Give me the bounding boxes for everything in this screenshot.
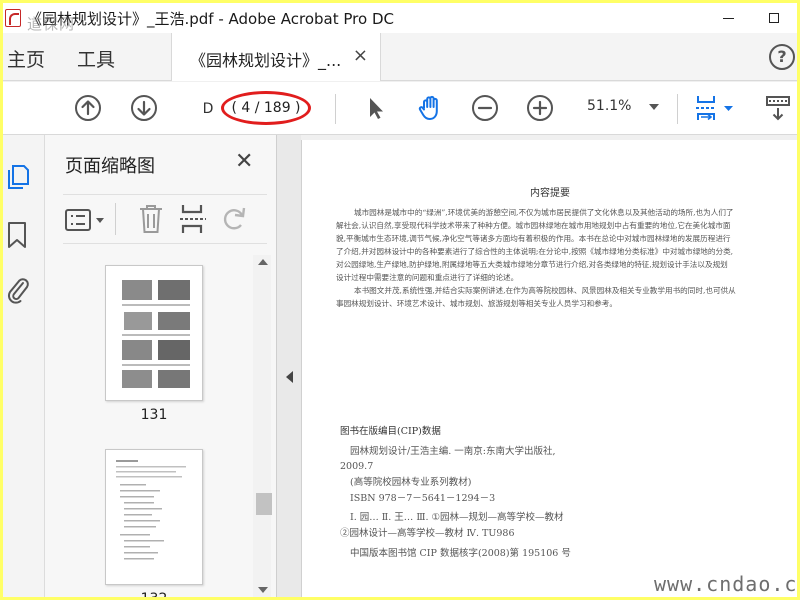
window-title: 《园林规划设计》_王浩.pdf - Adobe Acrobat Pro DC [27, 9, 394, 28]
cip-line: 2009.7 [340, 461, 374, 472]
panel-title: 页面缩略图 [65, 156, 155, 177]
abstract-line: 本书图文并茂,系统性强,并结合实际案例讲述,在作为高等院校园林、风景园林及相关专… [354, 286, 736, 295]
abstract-line: 貌,平衡城市生态环境,调节气候,净化空气等诸多方面均有着积极的作用。本书在总论中… [336, 234, 731, 243]
zoom-dropdown-icon[interactable] [649, 104, 659, 110]
help-button[interactable]: ? [769, 44, 795, 70]
tab-home[interactable]: 主页 [7, 45, 45, 72]
cip-line: Ⅰ. 园… Ⅱ. 王… Ⅲ. ①园林—规划—高等学校—教材 [350, 512, 564, 523]
thumbnail-content [122, 280, 190, 388]
attachments-icon[interactable] [5, 275, 31, 305]
acrobat-window: 《园林规划设计》_王浩.pdf - Adobe Acrobat Pro DC 道… [3, 3, 797, 597]
cip-line: ②园林设计—高等学校—教材 Ⅳ. TU986 [340, 528, 515, 539]
minimize-button[interactable] [705, 3, 751, 33]
abstract-line: 事园林规划设计、环境艺术设计、城市规划、旅游规划等相关专业人员学习和参考。 [336, 299, 617, 308]
thumbnail-scrollbar[interactable] [253, 255, 271, 597]
toolbar-divider [335, 94, 336, 124]
scroll-mode-icon[interactable] [763, 93, 793, 123]
thumbnail-content [116, 460, 186, 560]
cip-heading: 图书在版编目(CIP)数据 [340, 426, 441, 437]
options-menu-icon[interactable] [65, 206, 107, 234]
page-display-icon[interactable] [693, 93, 737, 123]
title-bar: 《园林规划设计》_王浩.pdf - Adobe Acrobat Pro DC 道… [3, 3, 797, 33]
cip-line: 园林规划设计/王浩主编. 一南京:东南大学出版社, [350, 446, 556, 457]
panel-splitter[interactable] [277, 135, 301, 597]
next-page-icon[interactable] [129, 93, 159, 123]
zoom-in-icon[interactable] [525, 93, 555, 123]
window-controls [705, 3, 797, 33]
abstract-line: 对公园绿地,生产绿地,防护绿地,附属绿地等五大类城市绿地分章节进行介绍,对各类绿… [336, 260, 728, 269]
panel-toolbar [63, 194, 267, 244]
site-watermark: www.cndao.com [654, 572, 797, 596]
collapse-panel-icon[interactable] [286, 371, 293, 383]
watermark-overlay: 道保网 [27, 15, 76, 33]
tab-bar: 主页 工具 《园林规划设计》_... × ? [3, 33, 797, 81]
page-thumbnails-icon[interactable] [5, 163, 31, 189]
toolbar: D ( 4 / 189 ) 51.1% [3, 82, 797, 135]
tab-tools[interactable]: 工具 [77, 45, 115, 72]
maximize-button[interactable] [751, 3, 797, 33]
maximize-icon [769, 13, 779, 23]
thumbnail-label: 131 [140, 407, 168, 423]
abstract-line: 了介绍,并对园林设计中的各种要素进行了综合性的主体说明;在分论中,按照《城市绿地… [336, 247, 734, 256]
abstract-line: 解社会,认识自然,享受现代科学技术带来了种种方便。城市园林绿地在城市用地规划中占… [336, 221, 731, 230]
page-thumbnail[interactable] [105, 265, 203, 401]
acrobat-app-icon [5, 8, 25, 28]
minimize-icon [722, 17, 734, 19]
page-thumbnail[interactable] [105, 449, 203, 585]
thumbnail-label: 132 [105, 591, 203, 597]
panel-toolbar-divider [115, 203, 116, 235]
navigation-rail [3, 135, 45, 597]
bookmarks-icon[interactable] [6, 221, 28, 249]
cip-line: 中国版本图书馆 CIP 数据核字(2008)第 195106 号 [350, 548, 571, 559]
previous-page-icon[interactable] [73, 93, 103, 123]
hand-tool-icon[interactable] [416, 93, 446, 123]
cip-line: (高等院校园林专业系列教材) [350, 477, 472, 488]
abstract-line: 城市园林是城市中的“绿洲”,环境优美的游憩空间,不仅为城市居民提供了文化休息以及… [354, 208, 734, 217]
scrollbar-thumb[interactable] [256, 493, 272, 515]
cip-line: ISBN 978－7－5641－1294－3 [350, 493, 496, 504]
delete-page-icon[interactable] [137, 203, 165, 235]
scroll-up-icon[interactable] [258, 259, 268, 265]
abstract-title: 内容提要 [530, 188, 570, 199]
tab-document-label: 《园林规划设计》_... [190, 51, 342, 70]
insert-page-icon[interactable] [179, 203, 207, 235]
rotate-page-icon[interactable] [219, 203, 249, 235]
zoom-out-icon[interactable] [470, 93, 500, 123]
select-pointer-icon[interactable] [361, 93, 391, 123]
page-count: ( 4 / 189 ) [221, 91, 311, 125]
scroll-down-icon[interactable] [258, 587, 268, 593]
tab-document[interactable]: 《园林规划设计》_... × [171, 33, 381, 81]
toolbar-divider [677, 94, 678, 124]
document-page: 内容提要 城市园林是城市中的“绿洲”,环境优美的游憩空间,不仅为城市居民提供了文… [301, 140, 797, 597]
abstract-line: 设计过程中需要注意的问题和重点进行了详细的论述。 [336, 273, 519, 282]
thumbnails-panel: 页面缩略图 ✕ 131 [45, 135, 277, 597]
panel-close-button[interactable]: ✕ [235, 149, 253, 174]
tab-close-button[interactable]: × [353, 45, 368, 66]
zoom-level[interactable]: 51.1% [587, 98, 631, 114]
